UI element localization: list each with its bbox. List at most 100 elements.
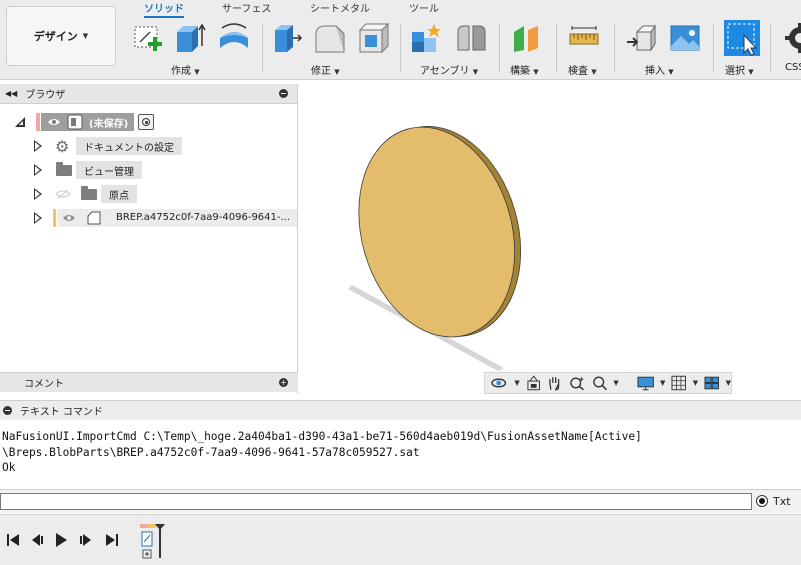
tab-tools[interactable]: ツール [409, 0, 439, 15]
fit-icon[interactable] [592, 375, 608, 391]
group-select[interactable]: 選択 ▼ [725, 62, 754, 77]
chevron-down-icon[interactable]: ▼ [726, 379, 731, 387]
expand-triangle-icon[interactable] [34, 140, 42, 152]
chevron-down-icon[interactable]: ▼ [693, 379, 698, 387]
divider [400, 24, 401, 72]
tree-root-row[interactable]: (未保存) [14, 113, 155, 131]
chevron-down-icon: ▼ [194, 68, 200, 76]
group-inspect[interactable]: 検査 ▼ [568, 62, 597, 77]
timeline [0, 514, 801, 565]
txt-mode-radio[interactable] [756, 495, 768, 507]
pan-icon[interactable] [547, 375, 562, 391]
minimize-icon[interactable] [3, 406, 12, 415]
browser-title: ブラウザ [25, 90, 66, 101]
joint-icon[interactable] [455, 22, 487, 54]
group-create-label: 作成 [171, 66, 191, 77]
display-icon[interactable] [637, 375, 654, 391]
text-command-input[interactable] [0, 493, 752, 510]
root-node[interactable]: (未保存) [41, 113, 135, 131]
press-pull-icon[interactable] [271, 22, 303, 54]
body-icon [87, 211, 101, 225]
eye-icon[interactable] [62, 213, 76, 223]
tab-solid[interactable]: ソリッド [144, 0, 184, 18]
timeline-feature-icon[interactable] [138, 522, 168, 562]
tree-item-brep[interactable]: BREP.a4752c0f-7aa9-4096-9641-... [0, 209, 298, 227]
body-color-indicator [53, 209, 56, 227]
last-icon[interactable] [104, 532, 120, 548]
look-at-icon[interactable] [526, 375, 541, 391]
eye-icon[interactable] [47, 117, 61, 127]
fillet-icon[interactable] [314, 22, 346, 54]
document-component-icon [67, 114, 83, 130]
grid-icon[interactable] [671, 375, 687, 391]
zoom-icon[interactable] [569, 375, 586, 391]
group-assemble[interactable]: アセンブリ ▼ [420, 62, 478, 77]
group-modify[interactable]: 修正 ▼ [311, 62, 340, 77]
viewports-icon[interactable] [704, 375, 720, 391]
chevron-down-icon: ▼ [668, 68, 674, 76]
extrude-icon[interactable] [174, 22, 206, 54]
comments-panel-header[interactable]: コメント + [0, 372, 298, 392]
expand-triangle-icon[interactable] [34, 188, 42, 200]
divider [770, 24, 771, 72]
tab-sheet-metal[interactable]: シートメタル [310, 0, 370, 15]
add-comment-icon[interactable]: + [279, 378, 288, 387]
group-insert[interactable]: 挿入 ▼ [645, 62, 674, 77]
previous-icon[interactable] [29, 532, 45, 548]
divider [262, 24, 263, 72]
group-modify-label: 修正 [311, 66, 331, 77]
new-component-icon[interactable] [410, 22, 442, 54]
tree-item-document-settings[interactable]: ⚙ ドキュメントの設定 [0, 136, 298, 156]
first-icon[interactable] [5, 532, 21, 548]
play-icon[interactable] [53, 532, 69, 548]
text-command-header: テキスト コマンド [0, 400, 801, 420]
expand-triangle-icon[interactable] [34, 164, 42, 176]
chevron-down-icon: ▼ [472, 68, 479, 76]
tree-item-origin[interactable]: 原点 [0, 185, 298, 203]
tab-surface[interactable]: サーフェス [222, 0, 271, 15]
group-clipped[interactable]: CSS [785, 62, 801, 73]
orbit-icon[interactable] [491, 375, 508, 391]
next-icon[interactable] [78, 532, 94, 548]
comments-title: コメント [24, 379, 64, 390]
minimize-icon[interactable] [279, 89, 288, 98]
sketch-icon[interactable] [132, 22, 164, 54]
scripts-icon[interactable] [784, 22, 801, 54]
toolbar: デザイン ▼ ソリッド サーフェス シートメタル ツール 作成 ▼ 修正 ▼ ア… [0, 0, 801, 80]
revolve-icon[interactable] [218, 22, 250, 54]
group-create[interactable]: 作成 ▼ [171, 62, 200, 77]
expand-triangle-icon[interactable] [34, 212, 42, 224]
text-command-title: テキスト コマンド [20, 407, 103, 418]
group-construct[interactable]: 構築 ▼ [510, 62, 539, 77]
plane-icon[interactable] [510, 22, 542, 54]
chevron-down-icon[interactable]: ▼ [613, 379, 618, 387]
divider [499, 24, 500, 72]
tree-item-named-views[interactable]: ビュー管理 [0, 161, 298, 179]
chevron-down-icon: ▼ [591, 68, 597, 76]
gear-icon: ⚙ [55, 136, 70, 156]
group-insert-label: 挿入 [645, 66, 665, 77]
collapse-panel-icon[interactable]: ◀◀ [5, 89, 17, 98]
chevron-down-icon: ▼ [533, 68, 539, 76]
eye-hidden-icon[interactable] [55, 189, 71, 199]
group-inspect-label: 検査 [568, 66, 588, 77]
workspace-label: デザイン [33, 30, 78, 43]
tree-item-label: ビュー管理 [76, 161, 142, 179]
chevron-down-icon[interactable]: ▼ [660, 379, 665, 387]
insert-image-icon[interactable] [669, 22, 701, 54]
shell-icon[interactable] [358, 22, 390, 54]
workspace-switcher[interactable]: デザイン ▼ [6, 6, 116, 66]
collapse-triangle-icon[interactable] [14, 116, 26, 128]
viewport-canvas[interactable] [298, 81, 801, 371]
activate-radio-icon[interactable] [138, 114, 155, 130]
group-construct-label: 構築 [510, 66, 530, 77]
select-icon[interactable] [724, 20, 760, 56]
text-command-input-row: Txt [0, 489, 801, 513]
measure-icon[interactable] [568, 22, 600, 54]
chevron-down-icon[interactable]: ▼ [514, 379, 519, 387]
group-assemble-label: アセンブリ [420, 66, 470, 77]
divider [614, 24, 615, 72]
group-select-label: 選択 [725, 66, 745, 77]
insert-derive-icon[interactable] [625, 22, 657, 54]
disc-body[interactable] [335, 107, 544, 357]
